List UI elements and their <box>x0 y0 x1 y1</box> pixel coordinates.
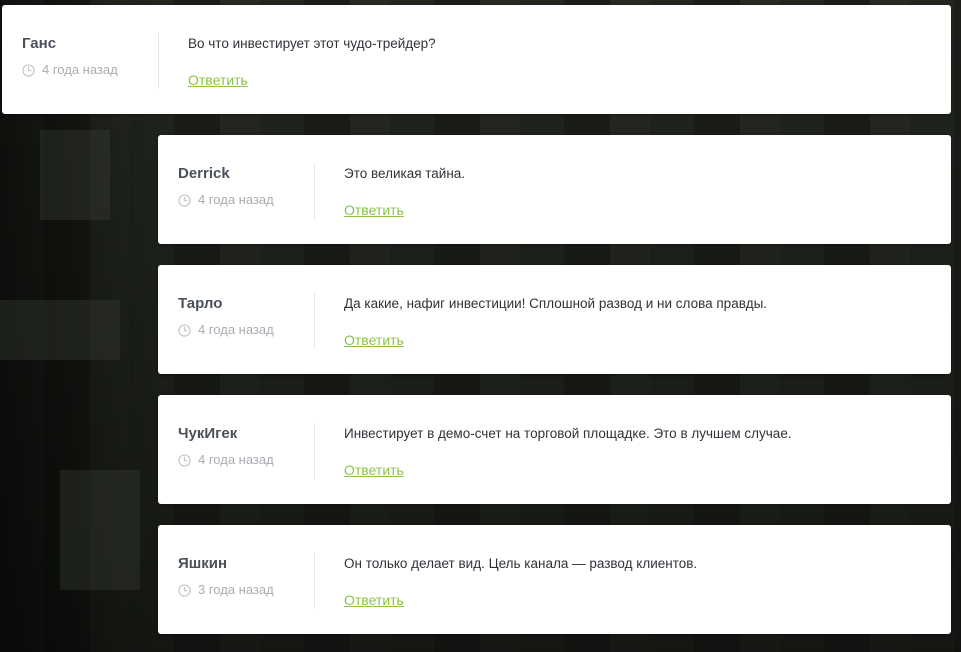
clock-icon <box>178 453 191 467</box>
comment-date-text: 4 года назад <box>198 452 274 467</box>
reply-link[interactable]: Ответить <box>344 201 404 219</box>
comment-date: 4 года назад <box>178 322 314 338</box>
comment-date: 4 года назад <box>178 452 314 468</box>
reply-link[interactable]: Ответить <box>344 331 404 349</box>
comment: ЧукИгек 4 года назад Инвестирует в демо-… <box>158 395 951 504</box>
comment-meta: Яшкин 3 года назад <box>178 553 315 609</box>
comment-text: Это великая тайна. <box>344 166 466 181</box>
background-block <box>40 130 110 220</box>
background-block <box>60 470 140 590</box>
comment-date: 4 года назад <box>22 62 158 78</box>
comment-text: Он только делает вид. Цель канала — разв… <box>344 556 698 571</box>
clock-icon <box>22 63 35 77</box>
comment-text: Да какие, нафиг инвестиции! Сплошной раз… <box>344 296 768 311</box>
comment-body: Во что инвестирует этот чудо-трейдер? От… <box>188 33 927 90</box>
comment-body: Это великая тайна. Ответить <box>344 163 927 220</box>
comment-date-text: 3 года назад <box>198 582 274 597</box>
comment-meta: ЧукИгек 4 года назад <box>178 423 315 479</box>
comment-date-text: 4 года назад <box>198 322 274 337</box>
comment-author[interactable]: Тарло <box>178 295 314 313</box>
reply-link[interactable]: Ответить <box>188 71 248 89</box>
background-block <box>0 300 120 360</box>
clock-icon <box>178 323 191 337</box>
comment-text: Во что инвестирует этот чудо-трейдер? <box>188 36 436 51</box>
reply-link[interactable]: Ответить <box>344 591 404 609</box>
comment-author[interactable]: ЧукИгек <box>178 425 314 443</box>
comment: Тарло 4 года назад Да какие, нафиг инвес… <box>158 265 951 374</box>
comment-meta: Derrick 4 года назад <box>178 163 315 219</box>
comment-date-text: 4 года назад <box>42 62 118 77</box>
comment-body: Да какие, нафиг инвестиции! Сплошной раз… <box>344 293 927 350</box>
comment-meta: Тарло 4 года назад <box>178 293 315 349</box>
clock-icon <box>178 583 191 597</box>
comment: Яшкин 3 года назад Он только делает вид.… <box>158 525 951 634</box>
comment-author[interactable]: Ганс <box>22 35 158 53</box>
comment: Derrick 4 года назад Это великая тайна. … <box>158 135 951 244</box>
clock-icon <box>178 193 191 207</box>
comment-author[interactable]: Яшкин <box>178 555 314 573</box>
comment-text: Инвестирует в демо-счет на торговой площ… <box>344 426 792 441</box>
comment-date: 4 года назад <box>178 192 314 208</box>
comment-body: Инвестирует в демо-счет на торговой площ… <box>344 423 927 480</box>
comment-date: 3 года назад <box>178 582 314 598</box>
reply-link[interactable]: Ответить <box>344 461 404 479</box>
comment: Ганс 4 года назад Во что инвестирует это… <box>2 5 951 114</box>
comment-meta: Ганс 4 года назад <box>22 33 159 89</box>
comment-date-text: 4 года назад <box>198 192 274 207</box>
comment-author[interactable]: Derrick <box>178 165 314 183</box>
comment-body: Он только делает вид. Цель канала — разв… <box>344 553 927 610</box>
